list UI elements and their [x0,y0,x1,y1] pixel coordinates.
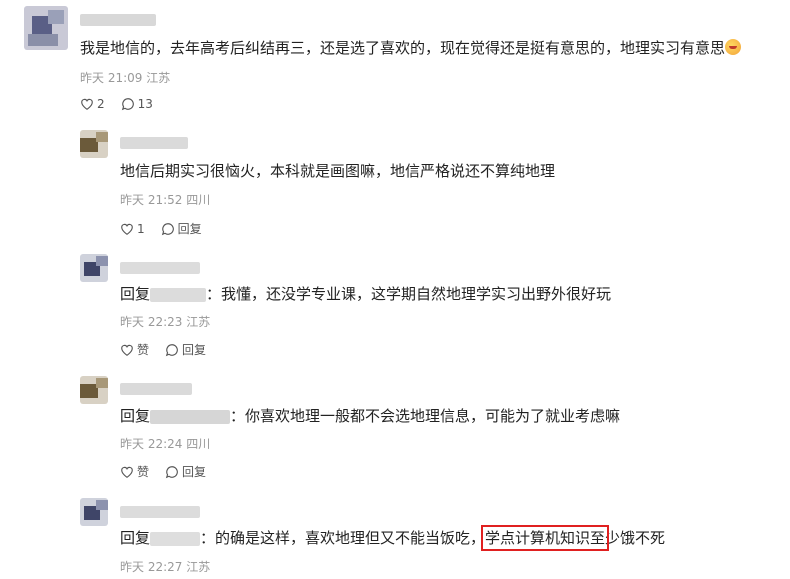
speech-bubble-icon [165,343,178,356]
comment-body: 我是地信的，去年高考后纠结再三，还是选了喜欢的，现在觉得还是挺有意思的，地理实习… [80,39,726,57]
avatar[interactable] [80,498,108,526]
comment-meta: 昨天 22:27 江苏 [120,559,210,575]
comment-text: 地信后期实习很恼火，本科就是画图嘛，地信严格说还不算纯地理 [120,160,555,182]
username-masked[interactable] [80,14,156,26]
comment-actions: 1 回复 [120,220,218,237]
like-button[interactable]: 赞 [120,341,149,358]
comment-body: ：我懂，还没学专业课，这学期自然地理学实习出野外很好玩 [206,285,612,303]
comment-meta: 昨天 22:23 江苏 [120,314,210,330]
comment-body: 地信后期实习很恼火，本科就是画图嘛，地信严格说还不算纯地理 [120,162,556,180]
heart-icon [121,344,133,356]
avatar[interactable] [80,376,108,404]
comment-location: 四川 [186,193,211,207]
reply-prefix: 回复 [120,529,151,547]
heart-icon [121,223,133,235]
comment-location: 江苏 [186,560,211,574]
reply-count: 13 [137,97,153,111]
comment-body-end: 少饿不死 [605,529,666,547]
comment-date: 昨天 22:27 [120,560,183,574]
comment-body: ：你喜欢地理一般都不会选地理信息，可能为了就业考虑嘛 [230,407,621,425]
like-button[interactable]: 2 [80,97,105,111]
comment-text: 我是地信的，去年高考后纠结再三，还是选了喜欢的，现在觉得还是挺有意思的，地理实习… [80,37,742,59]
comment-date: 昨天 21:52 [120,193,183,207]
reply-button[interactable]: 回复 [161,220,202,237]
username-masked[interactable] [120,262,200,274]
username-masked[interactable] [120,506,200,518]
comment-body-start: ：的确是这样，喜欢地理但又不能当饭吃， [200,529,486,547]
comment-location: 江苏 [186,315,211,329]
avatar[interactable] [24,6,68,50]
comment-text: 回复 ：我懂，还没学专业课，这学期自然地理学实习出野外很好玩 [120,283,611,305]
mentioned-user-masked[interactable] [150,531,201,546]
reply-button[interactable]: 13 [121,97,153,111]
comment-date: 昨天 22:23 [120,315,183,329]
comment-date: 昨天 21:09 [80,71,143,85]
comment-actions: 2 13 [80,97,169,111]
like-button[interactable]: 赞 [120,463,149,480]
like-count: 1 [137,221,145,236]
grinning-face-emoji-icon [725,39,742,55]
reply-label: 回复 [182,465,207,479]
comment-location: 四川 [186,437,211,451]
like-label: 赞 [137,343,150,357]
reply-prefix: 回复 [120,285,151,303]
avatar[interactable] [80,254,108,282]
comment-actions: 赞 回复 [120,341,222,358]
speech-bubble-icon [165,465,178,478]
comment-meta: 昨天 22:24 四川 [120,436,210,452]
comment-date: 昨天 22:24 [120,437,183,451]
avatar[interactable] [80,130,108,158]
mentioned-user-masked[interactable] [150,409,231,424]
comment-meta: 昨天 21:52 四川 [120,192,210,208]
mentioned-user-masked[interactable] [150,287,207,302]
comment-text: 回复 ：的确是这样，喜欢地理但又不能当饭吃，学点计算机知识至少饿不死 [120,525,666,551]
username-masked[interactable] [120,137,188,149]
comment-text: 回复 ：你喜欢地理一般都不会选地理信息，可能为了就业考虑嘛 [120,405,620,427]
reply-label: 回复 [177,222,202,236]
reply-prefix: 回复 [120,407,151,425]
heart-icon [81,98,93,110]
reply-button[interactable]: 回复 [165,341,206,358]
comment-actions: 赞 回复 [120,463,222,480]
speech-bubble-icon [121,98,134,111]
username-masked[interactable] [120,383,192,395]
comment-meta: 昨天 21:09 江苏 [80,70,170,86]
like-button[interactable]: 1 [120,222,145,236]
highlighted-text: 学点计算机知识至 [481,525,610,551]
reply-label: 回复 [182,343,207,357]
heart-icon [121,466,133,478]
reply-button[interactable]: 回复 [165,463,206,480]
like-count: 2 [97,97,105,111]
speech-bubble-icon [161,222,174,235]
comment-location: 江苏 [146,71,171,85]
like-label: 赞 [137,465,150,479]
